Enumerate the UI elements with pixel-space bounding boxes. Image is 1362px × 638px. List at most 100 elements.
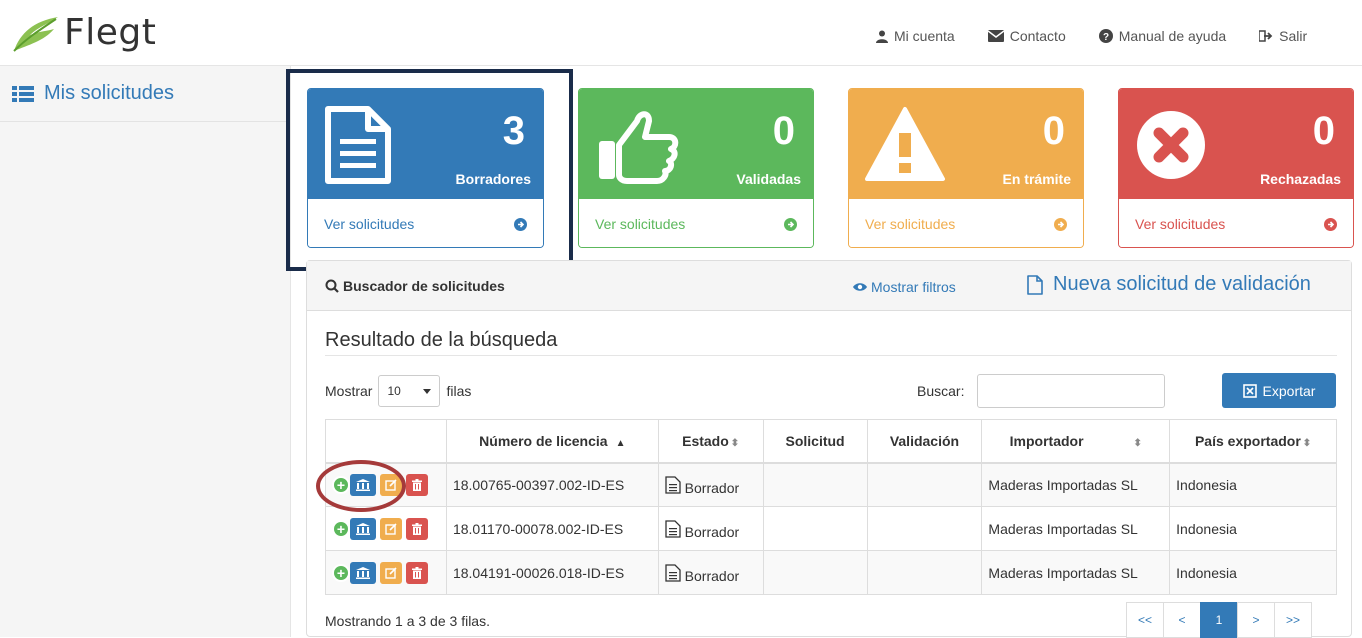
cell-request (762, 550, 868, 595)
card-validated-label: Validadas (736, 171, 801, 187)
bank-icon (356, 566, 370, 579)
result-divider (325, 355, 1337, 356)
cell-status-label: Borrador (684, 523, 740, 540)
panel-title: Buscador de solicitudes (325, 278, 505, 294)
app-name: Flegt (64, 12, 157, 53)
trash-icon (412, 478, 422, 491)
col-actions (325, 419, 447, 464)
cell-request (762, 506, 868, 551)
sidebar: Mis solicitudes (0, 66, 291, 637)
app-logo[interactable]: Flegt (10, 12, 156, 53)
edit-button[interactable] (380, 517, 402, 540)
add-button[interactable]: + (332, 519, 350, 538)
card-rejected-link-label: Ver solicitudes (1135, 216, 1226, 232)
bank-button[interactable] (350, 561, 376, 584)
page-first-button[interactable]: << (1126, 602, 1164, 638)
page-size-suffix: filas (446, 383, 472, 399)
row-actions: + (325, 506, 447, 551)
results-table: Número de licencia ▲ Estado ⬍ Solicitud Va… (325, 419, 1337, 595)
delete-button[interactable] (406, 473, 428, 496)
export-button[interactable]: Exportar (1222, 373, 1336, 408)
times-circle-icon (1137, 111, 1205, 179)
col-status[interactable]: Estado ⬍ (657, 419, 764, 464)
page-last-button[interactable]: >> (1274, 602, 1312, 638)
pagination-info: Mostrando 1 a 3 de 3 filas. (325, 613, 490, 629)
delete-button[interactable] (406, 561, 428, 584)
card-validated-count: 0 (772, 109, 795, 153)
card-rejected: 0 Rechazadas Ver solicitudes (1118, 88, 1354, 248)
bank-icon (356, 522, 370, 535)
cell-validation (866, 506, 983, 551)
sort-icon: ⬍ (1133, 437, 1142, 449)
trash-icon (412, 522, 422, 535)
page-size-row: Mostrar 10 filas (325, 375, 471, 407)
col-request-label: Solicitud (785, 432, 845, 449)
highlight-annotation-box (286, 69, 573, 271)
cell-license-number: 18.00765-00397.002-ID-ES (445, 462, 659, 507)
export-button-label: Exportar (1262, 382, 1316, 399)
circle-annotation (316, 460, 406, 512)
user-icon (876, 30, 888, 43)
add-button[interactable]: + (332, 563, 350, 582)
card-in-progress-count: 0 (1042, 109, 1065, 153)
list-icon (12, 85, 34, 102)
page-prev-button[interactable]: < (1163, 602, 1201, 638)
delete-button[interactable] (406, 517, 428, 540)
file-icon (1027, 274, 1043, 295)
nav-logout[interactable]: Salir (1259, 28, 1307, 44)
cell-status-label: Borrador (684, 567, 740, 584)
page-1-button[interactable]: 1 (1200, 602, 1238, 638)
sidebar-item-my-requests[interactable]: Mis solicitudes (0, 66, 290, 122)
search-panel-header: Buscador de solicitudes Mostrar filtros … (307, 261, 1351, 311)
col-request: Solicitud (762, 419, 868, 464)
page-size-select[interactable]: 10 (378, 375, 441, 407)
cell-validation (866, 550, 983, 595)
arrow-circle-right-icon (1054, 217, 1067, 231)
arrow-circle-right-icon (784, 217, 797, 231)
table-row: + 18.00765-00397.002-ID-ES Borrador Made… (325, 462, 1337, 507)
result-title: Resultado de la búsqueda (325, 329, 558, 351)
table-row: + 18.01170-00078.002-ID-ES Borrador Made… (325, 506, 1337, 551)
card-validated-link-label: Ver solicitudes (595, 216, 686, 232)
page-next-button[interactable]: > (1237, 602, 1275, 638)
col-exporter-country[interactable]: País exportador ⬍ (1169, 419, 1337, 464)
nav-contact[interactable]: Contacto (987, 28, 1066, 44)
page-size-prefix: Mostrar (325, 383, 373, 399)
nav-help-manual[interactable]: ? Manual de ayuda (1098, 28, 1227, 44)
nav-my-account-label: Mi cuenta (894, 28, 955, 44)
document-icon (665, 476, 681, 494)
edit-icon (385, 566, 397, 579)
col-importer-label: Importador (1009, 432, 1084, 449)
edit-button[interactable] (380, 561, 402, 584)
bank-button[interactable] (350, 517, 376, 540)
add-button[interactable]: + (332, 475, 350, 494)
card-validated-link[interactable]: Ver solicitudes (579, 199, 813, 247)
nav-contact-label: Contacto (1009, 28, 1066, 44)
document-icon (665, 563, 681, 582)
cell-status: Borrador (657, 462, 764, 507)
document-icon (665, 519, 681, 538)
sort-icon: ⬍ (1302, 437, 1312, 449)
cell-importer: Maderas Importadas SL (981, 550, 1171, 595)
cell-validation (866, 462, 983, 507)
card-in-progress-top: 0 En trámite (849, 89, 1083, 199)
page-size-value: 10 (387, 384, 401, 398)
new-request-link[interactable]: Nueva solicitud de validación (1027, 273, 1311, 296)
row-actions: + (325, 550, 447, 595)
table-row: + 18.04191-00026.018-ID-ES Borrador Made… (325, 550, 1337, 595)
cell-status: Borrador (657, 550, 764, 595)
card-in-progress-link-label: Ver solicitudes (865, 216, 956, 232)
show-filters-link[interactable]: Mostrar filtros (853, 279, 956, 295)
search-input[interactable] (977, 374, 1165, 408)
col-license-number[interactable]: Número de licencia ▲ (445, 419, 659, 464)
card-in-progress-link[interactable]: Ver solicitudes (849, 199, 1083, 247)
nav-logout-label: Salir (1279, 28, 1308, 44)
nav-help-manual-label: Manual de ayuda (1118, 28, 1227, 44)
pagination: << < 1 > >> (1126, 602, 1312, 638)
card-rejected-link[interactable]: Ver solicitudes (1119, 199, 1353, 247)
cell-license-number: 18.04191-00026.018-ID-ES (445, 550, 659, 595)
nav-my-account[interactable]: Mi cuenta (876, 28, 955, 44)
card-validated: 0 Validadas Ver solicitudes (578, 88, 814, 248)
col-importer[interactable]: Importador ⬍ (981, 419, 1171, 464)
cell-exporter-country: Indonesia (1169, 462, 1337, 507)
